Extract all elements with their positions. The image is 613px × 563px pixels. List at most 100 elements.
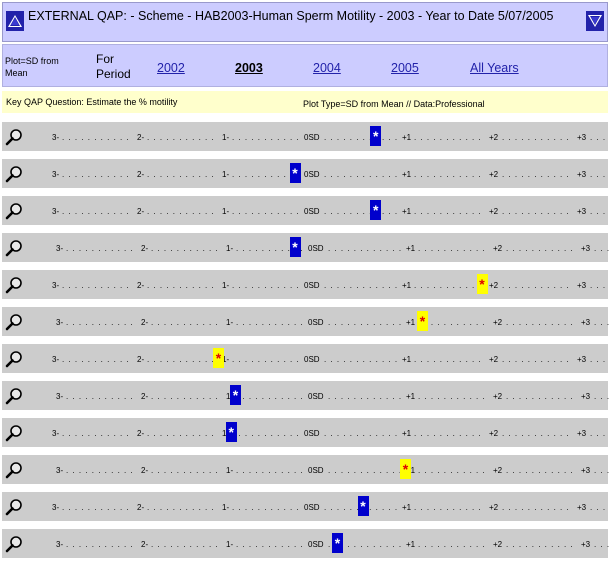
- scale-label-zero: 0SD: [304, 355, 320, 364]
- scale-label-minus-3: 3-: [52, 133, 60, 142]
- scale-dots: . . . . . . . . . . . . . . . .: [414, 355, 484, 364]
- result-marker[interactable]: *: [476, 274, 488, 294]
- scale-label-minus-2: 2-: [137, 170, 145, 179]
- scale-dots: . . . . . . . . . . . . . . . .: [418, 318, 488, 327]
- scale-dots: . . . . . . . . . . . . . . . .: [151, 540, 221, 549]
- result-marker[interactable]: *: [400, 459, 411, 479]
- result-marker[interactable]: *: [357, 496, 369, 516]
- scale-dots: . . . . . . . . . . . . . . . .: [232, 281, 300, 290]
- scale-label-plus-2: +2: [489, 170, 499, 179]
- scale-dots: . . . . . . . . . . . . . . . .: [147, 281, 217, 290]
- scale-label-plus-1: +1: [402, 207, 412, 216]
- scale-dots: . . . . . . . . . . . . . . . .: [62, 429, 132, 438]
- sd-row: 3-2-1-0SD+1+2+3. . . . . . . . . . . . .…: [2, 529, 610, 558]
- scale-label-plus-1: +1: [402, 281, 412, 290]
- scale-label-plus-2: +2: [489, 133, 499, 142]
- scale-dots: . . . . . . . . . . . . . . . .: [414, 170, 484, 179]
- scale-dots: . . . . . . . . . . . . . . . .: [236, 540, 304, 549]
- scale-label-plus-3: +3: [577, 503, 587, 512]
- magnifier-icon[interactable]: [5, 128, 23, 146]
- year-link-2003[interactable]: 2003: [235, 61, 263, 75]
- scale-dots: . . . . . . . . . . . . . . . .: [502, 429, 572, 438]
- scale-dots: . . . . . . . . . . . . . . . .: [324, 355, 397, 364]
- scale-label-minus-3: 3-: [52, 429, 60, 438]
- qap-question: Key QAP Question: Estimate the % motilit…: [6, 97, 178, 107]
- scale-dots: . . . . . . . . . . . . . . . .: [236, 466, 304, 475]
- scale-label-zero: 0SD: [308, 318, 324, 327]
- scale-dots: . . . . . . . . . . . . . . . .: [590, 281, 606, 290]
- scale-dots: . . . . . . . . . . . . . . . .: [62, 503, 132, 512]
- sd-row: 3-2-1-0SD+1+2+3. . . . . . . . . . . . .…: [2, 270, 608, 299]
- magnifier-icon[interactable]: [5, 424, 23, 442]
- magnifier-icon[interactable]: [5, 461, 23, 479]
- sd-row: 3-2-1-0SD+1+2+3. . . . . . . . . . . . .…: [2, 159, 608, 188]
- scale-label-plus-3: +3: [577, 281, 587, 290]
- magnifier-icon[interactable]: [5, 498, 23, 516]
- scale-label-minus-3: 3-: [52, 207, 60, 216]
- result-marker[interactable]: *: [417, 311, 428, 331]
- scale-label-plus-1: +1: [406, 244, 416, 253]
- scale-label-zero: 0SD: [308, 540, 324, 549]
- year-link-all[interactable]: All Years: [470, 61, 519, 75]
- result-marker[interactable]: *: [225, 422, 237, 442]
- scroll-down-button[interactable]: [586, 11, 604, 31]
- scale-label-minus-3: 3-: [52, 170, 60, 179]
- magnifier-icon[interactable]: [5, 387, 23, 405]
- scale-label-plus-3: +3: [577, 429, 587, 438]
- scale-dots: . . . . . . . . . . . . . . . .: [414, 281, 484, 290]
- scale-dots: . . . . . . . . . . . . . . . .: [506, 466, 576, 475]
- scale-label-minus-3: 3-: [56, 466, 64, 475]
- scale-label-plus-1: +1: [402, 133, 412, 142]
- scale-label-plus-2: +2: [493, 392, 503, 401]
- scale-label-zero: 0SD: [308, 392, 324, 401]
- scale-dots: . . . . . . . . . . . . . . . .: [590, 355, 606, 364]
- result-marker[interactable]: *: [370, 200, 382, 220]
- scale-dots: . . . . . . . . . . . . . . . .: [502, 170, 572, 179]
- scale-dots: . . . . . . . . . . . . . . . .: [506, 318, 576, 327]
- scale-dots: . . . . . . . . . . . . . . . .: [151, 466, 221, 475]
- result-marker[interactable]: *: [230, 385, 241, 405]
- scale-label-zero: 0SD: [304, 207, 320, 216]
- year-link-2005[interactable]: 2005: [391, 61, 419, 75]
- scale-dots: . . . . . . . . . . . . . . . .: [328, 392, 401, 401]
- scale-dots: . . . . . . . . . . . . . . . .: [418, 392, 488, 401]
- scale-dots: . . . . . . . . . . . . . . . .: [594, 466, 610, 475]
- scale-dots: . . . . . . . . . . . . . . . .: [502, 281, 572, 290]
- scale-dots: . . . . . . . . . . . . . . . .: [62, 355, 132, 364]
- magnifier-icon[interactable]: [5, 276, 23, 294]
- year-link-2004[interactable]: 2004: [313, 61, 341, 75]
- scale-label-minus-2: 2-: [137, 281, 145, 290]
- scale-label-minus-2: 2-: [141, 540, 149, 549]
- scale-label-plus-1: +1: [402, 355, 412, 364]
- scale-dots: . . . . . . . . . . . . . . . .: [414, 503, 484, 512]
- magnifier-icon[interactable]: [5, 313, 23, 331]
- result-marker[interactable]: *: [289, 237, 301, 257]
- scale-label-plus-2: +2: [489, 503, 499, 512]
- scale-dots: . . . . . . . . . . . . . . . .: [151, 392, 221, 401]
- scroll-up-button[interactable]: [6, 11, 24, 31]
- sd-row: 3-2-1-0SD+1+2+3. . . . . . . . . . . . .…: [2, 344, 608, 373]
- result-marker[interactable]: *: [289, 163, 301, 183]
- result-marker[interactable]: *: [213, 348, 224, 368]
- scale-label-plus-3: +3: [581, 392, 591, 401]
- scale-dots: . . . . . . . . . . . . . . . .: [418, 540, 488, 549]
- scale-label-plus-1: +1: [406, 318, 416, 327]
- scale-label-zero: 0SD: [304, 503, 320, 512]
- scale-dots: . . . . . . . . . . . . . . . .: [328, 466, 401, 475]
- scale-label-minus-3: 3-: [52, 281, 60, 290]
- magnifier-icon[interactable]: [5, 165, 23, 183]
- scale-dots: . . . . . . . . . . . . . . . .: [414, 429, 484, 438]
- result-marker[interactable]: *: [370, 126, 382, 146]
- year-link-2002[interactable]: 2002: [157, 61, 185, 75]
- magnifier-icon[interactable]: [5, 202, 23, 220]
- magnifier-icon[interactable]: [5, 239, 23, 257]
- scale-label-minus-3: 3-: [56, 244, 64, 253]
- magnifier-icon[interactable]: [5, 350, 23, 368]
- scale-label-plus-1: +1: [402, 429, 412, 438]
- magnifier-icon[interactable]: [5, 535, 23, 553]
- scale-label-minus-2: 2-: [141, 466, 149, 475]
- scale-dots: . . . . . . . . . . . . . . . .: [506, 540, 576, 549]
- result-marker[interactable]: *: [332, 533, 343, 553]
- scale-dots: . . . . . . . . . . . . . . . .: [324, 429, 397, 438]
- scale-label-plus-2: +2: [489, 429, 499, 438]
